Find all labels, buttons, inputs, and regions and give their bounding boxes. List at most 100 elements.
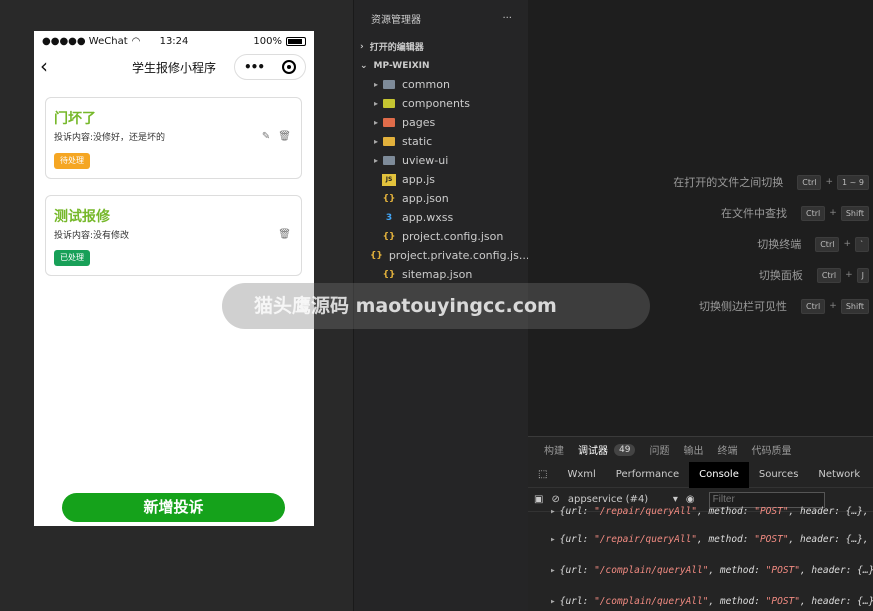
card-title: 测试报修 (54, 209, 110, 225)
log-key: , method: (697, 534, 755, 545)
log-key: {url: (559, 565, 595, 576)
tree-item[interactable]: ▸ static (354, 132, 528, 151)
shortcut-row: 在文件中查找 Ctrl + Shift (721, 205, 869, 221)
devtools-panel: 构建 调试器 49 问题 输出 终端 代码质量 ⬚ Wxml Performance Conso… (528, 436, 873, 611)
tree-item[interactable]: {} app.json (354, 189, 528, 208)
tree-item[interactable]: ▸ pages (354, 113, 528, 132)
devtools-subtab[interactable]: Network (808, 462, 870, 488)
count-badge: 49 (614, 443, 636, 456)
log-key: , header: {…}, (788, 506, 869, 517)
nav-bar: ‹ 学生报修小程序 ••• (34, 51, 314, 83)
log-key: {url: (559, 596, 595, 607)
tree-item[interactable]: JS app.js (354, 170, 528, 189)
project-section[interactable]: ⌄ MP-WEIXIN (354, 56, 528, 75)
trash-icon[interactable]: 🗑 (278, 131, 291, 142)
devtools-tab[interactable]: 调试器 (578, 442, 608, 457)
tree-item[interactable]: ▸ common (354, 75, 528, 94)
watermark: 猫头鹰源码 maotouyingcc.com (222, 283, 650, 329)
log-entry[interactable]: ▸ {url: "/complain/queryAll", method: "PO… (550, 565, 873, 576)
key-cap: Shift (840, 205, 869, 221)
card-content: 投诉内容:没修好，还是坏的 (54, 133, 166, 143)
context-select[interactable]: appservice (#4) ▾ (568, 494, 678, 505)
folder-shape (383, 137, 395, 146)
log-key: , header: {…}, (799, 596, 873, 607)
file-name: app.js (402, 173, 435, 186)
log-key: , method: (708, 565, 766, 576)
devtools-subtab[interactable]: Performance (606, 462, 689, 488)
open-editors-section[interactable]: › 打开的编辑器 (354, 37, 528, 56)
tree-item[interactable]: ▸ uview-ui (354, 151, 528, 170)
shortcut-label: 切换面板 (758, 269, 803, 282)
devtools-tab[interactable]: 构建 (544, 442, 564, 457)
json-file-icon: {} (382, 269, 396, 280)
explorer-header: 资源管理器 ··· (354, 0, 528, 37)
tree-item[interactable]: {} sitemap.json (354, 265, 528, 284)
file-tree: ▸ common ▸ components ▸ pages ▸ static ▸ uview-ui… (354, 75, 528, 284)
more-icon[interactable]: ••• (244, 60, 265, 74)
log-url: "/repair/queryAll" (594, 534, 698, 545)
tree-item[interactable]: {} project.private.config.js... (354, 246, 528, 265)
file-name: project.config.json (402, 230, 504, 243)
log-entry[interactable]: ▸ {url: "/repair/queryAll", method: "POST… (550, 506, 869, 517)
card-content: 投诉内容:没有修改 (54, 231, 130, 241)
chevron-right-icon: ▸ (373, 118, 378, 127)
shortcut-row: 切换面板 Ctrl + J (759, 267, 869, 283)
file-name: pages (402, 116, 436, 129)
clear-console-icon[interactable]: ⊘ (551, 494, 559, 505)
log-entry[interactable]: ▸ {url: "/repair/queryAll", method: "POST… (550, 534, 869, 545)
json-file-icon: {} (382, 231, 396, 242)
folder-icon (382, 155, 396, 167)
devtools-subtab[interactable]: Wxml (557, 462, 605, 488)
tree-item[interactable]: 3 app.wxss (354, 208, 528, 227)
eye-icon[interactable]: ◉ (686, 494, 695, 505)
edit-icon[interactable]: ✎ (262, 131, 270, 142)
plus-sign: + (843, 239, 851, 249)
devtools-tab[interactable]: 问题 (649, 442, 669, 457)
trash-icon[interactable]: 🗑 (278, 229, 291, 240)
devtools-subtabs: ⬚ Wxml Performance Console Sources Network (528, 461, 873, 488)
key-cap: Ctrl (815, 236, 840, 252)
plus-sign: + (825, 177, 834, 187)
log-key: {url: (559, 506, 595, 517)
devtools-subtab[interactable]: Console (689, 461, 749, 488)
folder-shape (383, 118, 395, 127)
card-title: 门坏了 (54, 111, 96, 127)
expand-icon: ▸ (550, 506, 556, 517)
tree-item[interactable]: {} project.config.json (354, 227, 528, 246)
more-actions-icon[interactable]: ··· (502, 13, 512, 24)
log-entry[interactable]: ▸ {url: "/complain/queryAll", method: "PO… (550, 596, 873, 607)
chevron-right-icon: ▸ (373, 99, 378, 108)
log-key: , method: (697, 506, 755, 517)
shortcut-label: 切换侧边栏可见性 (699, 300, 788, 313)
inspect-icon[interactable]: ⬚ (528, 462, 557, 488)
folder-shape (383, 80, 395, 89)
devtools-tab[interactable]: 终端 (717, 442, 737, 457)
devtools-tab[interactable]: 代码质量 (751, 442, 791, 457)
log-url: "/repair/queryAll" (594, 506, 698, 517)
complaint-card[interactable]: 门坏了 投诉内容:没修好，还是坏的 ✎ 🗑 待处理 (45, 97, 302, 179)
log-key: , header: {…}, (799, 565, 873, 576)
status-bar: ●●●●● WeChat ◠ 13:24 100% (34, 31, 314, 51)
shortcut-label: 切换终端 (757, 238, 802, 251)
close-miniprogram-icon[interactable] (281, 60, 296, 74)
shortcut-label: 在打开的文件之间切换 (673, 176, 784, 189)
add-complaint-button[interactable]: 新增投诉 (62, 493, 285, 522)
tree-item[interactable]: ▸ components (354, 94, 528, 113)
plus-sign: + (829, 301, 837, 311)
css-file-icon: 3 (385, 212, 393, 223)
expand-icon: ▸ (550, 596, 556, 607)
file-name: uview-ui (402, 154, 449, 167)
js-file-icon: JS (382, 173, 396, 186)
sidebar-toggle-icon[interactable]: ▣ (534, 494, 543, 505)
editor-area: 在打开的文件之间切换 Ctrl +1 ~ 9 在文件中查找 Ctrl + Shift 切换终端… (528, 0, 873, 436)
chevron-right-icon: › (360, 41, 364, 52)
key-cap: Ctrl (797, 174, 822, 190)
devtools-subtab[interactable]: Sources (749, 462, 809, 488)
context-label: appservice (#4) (567, 494, 649, 505)
key-cap: ` (855, 236, 869, 252)
devtools-tab[interactable]: 输出 (683, 442, 703, 457)
file-name: components (402, 97, 470, 110)
log-url: "/complain/queryAll" (594, 596, 709, 607)
file-name: app.json (402, 192, 449, 205)
complaint-card[interactable]: 测试报修 投诉内容:没有修改 🗑 已处理 (45, 195, 302, 276)
